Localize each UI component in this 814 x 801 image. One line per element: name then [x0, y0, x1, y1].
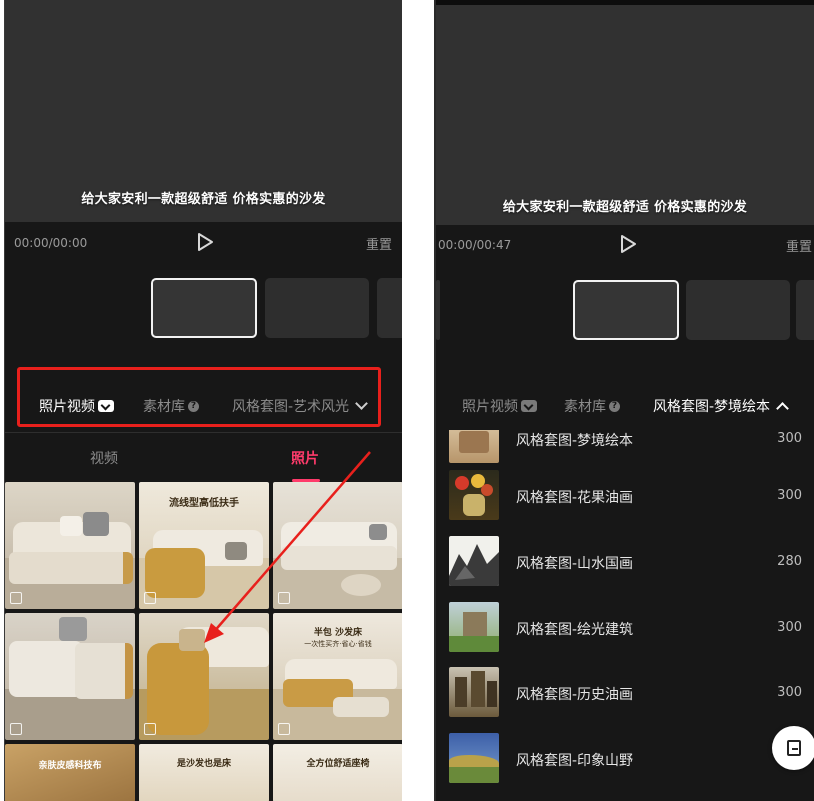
style-name: 风格套图-历史油画 — [516, 687, 634, 703]
style-count: 300 — [777, 488, 802, 503]
highlight-box-annotation — [17, 367, 381, 427]
expand-icon — [278, 592, 290, 604]
preview-subtitle: 给大家安利一款超级舒适 价格实惠的沙发 — [81, 192, 326, 207]
list-item[interactable]: 风格套图-山水国画 280 — [436, 536, 814, 588]
floating-action-button[interactable] — [772, 726, 814, 770]
style-name: 风格套图-绘光建筑 — [516, 622, 634, 638]
play-icon[interactable] — [196, 232, 214, 252]
help-icon: ? — [609, 400, 620, 412]
list-item[interactable]: 风格套图-花果油画 300 — [436, 470, 814, 522]
expand-icon — [144, 592, 156, 604]
photo-tile[interactable] — [5, 482, 135, 609]
video-preview[interactable]: 给大家安利一款超级舒适 价格实惠的沙发 — [5, 0, 402, 222]
frame-thumb[interactable] — [686, 280, 790, 340]
page: 给大家安利一款超级舒适 价格实惠的沙发 00:00/00:00 重置 照片视频 … — [0, 0, 814, 801]
video-preview[interactable]: 给大家安利一款超级舒适 价格实惠的沙发 — [436, 0, 814, 225]
expand-icon — [10, 723, 22, 735]
photo-tile[interactable]: 半包 沙发床 一次性买齐·省心·省钱 — [273, 613, 402, 740]
style-count: 280 — [777, 554, 802, 569]
document-icon — [787, 740, 801, 756]
flower-oil-painting-thumb — [449, 470, 499, 520]
photo-grid: 流线型高低扶手 半包 沙发床 一次性买齐·省心·省钱 亲肤皮感科技布 是沙发也是… — [5, 482, 402, 801]
photo-tile[interactable] — [5, 613, 135, 740]
expand-icon — [10, 592, 22, 604]
right-phone-screen: 给大家安利一款超级舒适 价格实惠的沙发 00:00/00:47 重置 照片视频 … — [434, 0, 814, 801]
list-item[interactable]: 风格套图-绘光建筑 300 — [436, 602, 814, 654]
landscape-ink-painting-thumb — [449, 536, 499, 586]
preview-subtitle: 给大家安利一款超级舒适 价格实惠的沙发 — [502, 200, 748, 215]
tab-material-library-label: 素材库 — [564, 399, 606, 415]
photo-tile[interactable] — [139, 613, 269, 740]
style-name: 风格套图-梦境绘本 — [516, 433, 634, 449]
frame-thumb[interactable] — [796, 280, 814, 340]
tile-caption-sub: 一次性买齐·省心·省钱 — [304, 640, 372, 648]
reset-button[interactable]: 重置 — [786, 236, 812, 255]
dream-picturebook-thumb — [449, 430, 499, 463]
playback-controls: 00:00/00:47 重置 — [436, 230, 814, 260]
photo-tile[interactable]: 亲肤皮感科技布 — [5, 744, 135, 801]
style-name: 风格套图-印象山野 — [516, 753, 634, 769]
expand-icon — [278, 723, 290, 735]
frame-thumb-selected[interactable] — [573, 280, 679, 340]
tab-material-library[interactable]: 素材库 ? — [564, 396, 620, 416]
tab-photo-video[interactable]: 照片视频 — [462, 396, 537, 416]
style-name: 风格套图-花果油画 — [516, 490, 634, 506]
tile-caption: 半包 沙发床 — [313, 628, 363, 638]
dropdown-badge-icon — [521, 400, 537, 412]
light-architecture-thumb — [449, 602, 499, 652]
divider — [5, 432, 402, 433]
list-item[interactable]: 风格套图-梦境绘本 300 — [436, 430, 814, 465]
time-display: 00:00/00:47 — [438, 238, 512, 252]
frame-thumb[interactable] — [436, 280, 440, 340]
media-sub-tabs: 视频 照片 — [5, 436, 402, 482]
category-tabs: 照片视频 素材库 ? 风格套图-梦境绘本 — [436, 396, 814, 422]
play-icon[interactable] — [619, 234, 637, 254]
frame-thumb[interactable] — [265, 278, 369, 338]
time-display: 00:00/00:00 — [14, 236, 88, 250]
tab-style-set-label: 风格套图-梦境绘本 — [653, 399, 771, 415]
frame-strip — [5, 278, 402, 340]
list-item[interactable]: 风格套图-印象山野 — [436, 733, 814, 785]
style-count: 300 — [777, 620, 802, 635]
photo-tile[interactable]: 全方位舒适座椅 — [273, 744, 402, 801]
tile-caption: 流线型高低扶手 — [169, 498, 239, 509]
tab-photo-video-label: 照片视频 — [462, 399, 518, 415]
tile-caption: 是沙发也是床 — [176, 759, 231, 769]
photo-tile[interactable]: 是沙发也是床 — [139, 744, 269, 801]
tab-video[interactable]: 视频 — [90, 448, 118, 468]
style-set-list: 风格套图-梦境绘本 300 风格套图-花果油画 300 风格套图-山水国画 28… — [436, 430, 814, 801]
history-oil-painting-thumb — [449, 667, 499, 717]
photo-tile[interactable]: 流线型高低扶手 — [139, 482, 269, 609]
expand-icon — [144, 723, 156, 735]
playback-controls: 00:00/00:00 重置 — [5, 228, 402, 258]
frame-thumb-selected[interactable] — [151, 278, 257, 338]
style-count: 300 — [777, 431, 802, 446]
reset-button[interactable]: 重置 — [366, 234, 392, 253]
style-count: 300 — [777, 685, 802, 700]
tile-caption: 亲肤皮感科技布 — [38, 761, 102, 771]
impression-landscape-thumb — [449, 733, 499, 783]
style-name: 风格套图-山水国画 — [516, 556, 634, 572]
tab-style-set[interactable]: 风格套图-梦境绘本 — [653, 396, 789, 416]
tile-caption: 全方位舒适座椅 — [306, 759, 370, 769]
list-item[interactable]: 风格套图-历史油画 300 — [436, 667, 814, 719]
photo-tile[interactable] — [273, 482, 402, 609]
tab-photo[interactable]: 照片 — [291, 448, 319, 468]
frame-thumb[interactable] — [377, 278, 402, 338]
frame-strip — [436, 280, 814, 342]
chevron-up-icon — [776, 401, 789, 415]
